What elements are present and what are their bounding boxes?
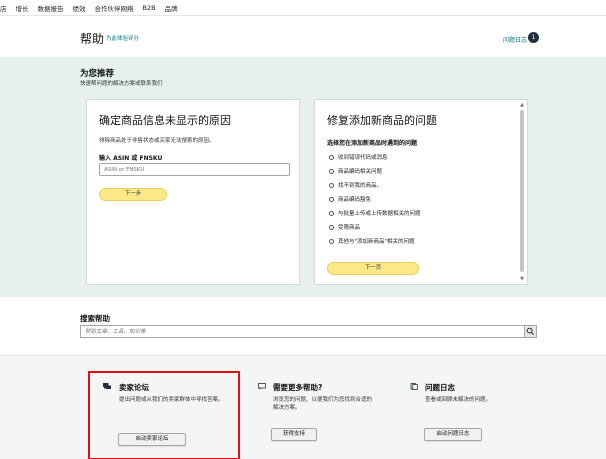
nav-item-store[interactable]: 店 (0, 3, 7, 13)
issue-question: 选择您在添加新商品时遇到的问题 (327, 140, 418, 147)
radio-button[interactable] (329, 182, 334, 188)
listing-not-visible-card: 确定商品信息未显示的原因 排除商品处于非售状态或买家无法搜索的原因。 输入 AS… (86, 99, 300, 285)
nav-item-brands[interactable]: 品牌 (165, 3, 178, 13)
more-help-section: 卖家论坛 提出问题或从我们的卖家群体中寻找答案。 启动卖家论坛 需要更多帮助? … (0, 355, 606, 459)
top-navigation: 店 增长 数据报告 绩效 合作伙伴网络 B2B 品牌 (0, 0, 606, 16)
search-button[interactable] (524, 325, 537, 338)
option-label: 商品编码相关问题 (338, 169, 383, 175)
list-item[interactable]: 与批量上传或上传数据相关的问题 (329, 206, 421, 220)
search-help-section: 搜索帮助 (0, 297, 606, 355)
issue-log-description: 查看或回顾未解决的问题。 (425, 397, 492, 403)
option-label: 收到错误代码或消息 (338, 155, 388, 161)
need-more-help-description: 浏览您的问题、以便我们为您找到合适的解决方案。 (273, 397, 373, 411)
document-icon (410, 383, 418, 390)
issue-options-list: 收到错误代码或消息 商品编码相关问题 找不到我的商品。 商品编码豁免 与批量上传… (329, 150, 421, 248)
radio-button[interactable] (329, 168, 334, 174)
list-item[interactable]: 收到错误代码或消息 (329, 150, 421, 164)
list-item[interactable]: 其他与"添加新商品"相关的问题 (329, 234, 421, 248)
option-label: 受限商品 (338, 225, 361, 231)
scroll-up-icon[interactable]: ▲ (519, 102, 525, 108)
search-icon (526, 327, 534, 335)
search-input[interactable] (80, 325, 524, 338)
card-title: 修复添加新商品的问题 (327, 114, 437, 127)
option-label: 其他与"添加新商品"相关的问题 (338, 239, 415, 245)
nav-item-partner-network[interactable]: 合作伙伴网络 (95, 3, 134, 13)
issues-count-badge[interactable]: 1 (528, 32, 539, 43)
chat-icon (103, 383, 111, 389)
option-label: 与批量上传或上传数据相关的问题 (338, 211, 421, 217)
issues-log-link[interactable]: 问题日志 (503, 35, 527, 44)
search-title: 搜索帮助 (80, 314, 110, 323)
nav-item-growth[interactable]: 增长 (16, 3, 29, 13)
list-item[interactable]: 商品编码相关问题 (329, 164, 421, 178)
radio-button[interactable] (329, 224, 334, 230)
scrollbar-thumb[interactable] (520, 110, 524, 272)
list-item[interactable]: 受限商品 (329, 220, 421, 234)
nav-item-performance[interactable]: 绩效 (73, 3, 86, 13)
page-title: 帮助 (80, 32, 105, 46)
nav-item-reports[interactable]: 数据报告 (38, 3, 64, 13)
next-step-button[interactable]: 下一步 (99, 188, 167, 201)
scroll-down-icon[interactable]: ▼ (519, 276, 525, 282)
launch-seller-forum-button[interactable]: 启动卖家论坛 (118, 433, 186, 446)
launch-issue-log-button[interactable]: 启动问题日志 (424, 428, 482, 441)
recommended-title: 为您推荐 (80, 69, 115, 79)
card-scrollbar[interactable]: ▲ ▼ (519, 102, 525, 282)
asin-input-label: 输入 ASIN 或 FNSKU (99, 155, 163, 162)
recommended-section: 为您推荐 快速帮问题的解决方案或联系我们 确定商品信息未显示的原因 排除商品处于… (0, 57, 606, 297)
chat-bubble-icon (258, 383, 266, 390)
card-title: 确定商品信息未显示的原因 (99, 114, 231, 127)
get-support-button[interactable]: 获得支持 (271, 428, 317, 441)
card-description: 排除商品处于非售状态或买家无法搜索的原因。 (99, 138, 215, 144)
list-item[interactable]: 商品编码豁免 (329, 192, 421, 206)
option-label: 找不到我的商品。 (338, 183, 383, 189)
radio-button[interactable] (329, 154, 334, 160)
issue-log-title: 问题日志 (425, 383, 455, 392)
recommended-subtitle: 快速帮问题的解决方案或联系我们 (80, 81, 163, 87)
option-label: 商品编码豁免 (338, 197, 372, 203)
seller-forum-description: 提出问题或从我们的卖家群体中寻找答案。 (119, 397, 224, 403)
list-item[interactable]: 找不到我的商品。 (329, 178, 421, 192)
radio-button[interactable] (329, 238, 334, 244)
nav-item-b2b[interactable]: B2B (143, 4, 156, 12)
asin-input[interactable] (99, 163, 290, 176)
radio-button[interactable] (329, 210, 334, 216)
rate-experience-link[interactable]: 为此体验评分 (106, 34, 139, 42)
need-more-help-title: 需要更多帮助? (273, 383, 323, 392)
radio-button[interactable] (329, 196, 334, 202)
help-header: 帮助 为此体验评分 问题日志 1 (0, 17, 606, 57)
fix-new-listing-card: 修复添加新商品的问题 选择您在添加新商品时遇到的问题 收到错误代码或消息 商品编… (314, 99, 528, 285)
next-page-button[interactable]: 下一页 (327, 262, 419, 275)
seller-forum-title: 卖家论坛 (119, 383, 149, 392)
